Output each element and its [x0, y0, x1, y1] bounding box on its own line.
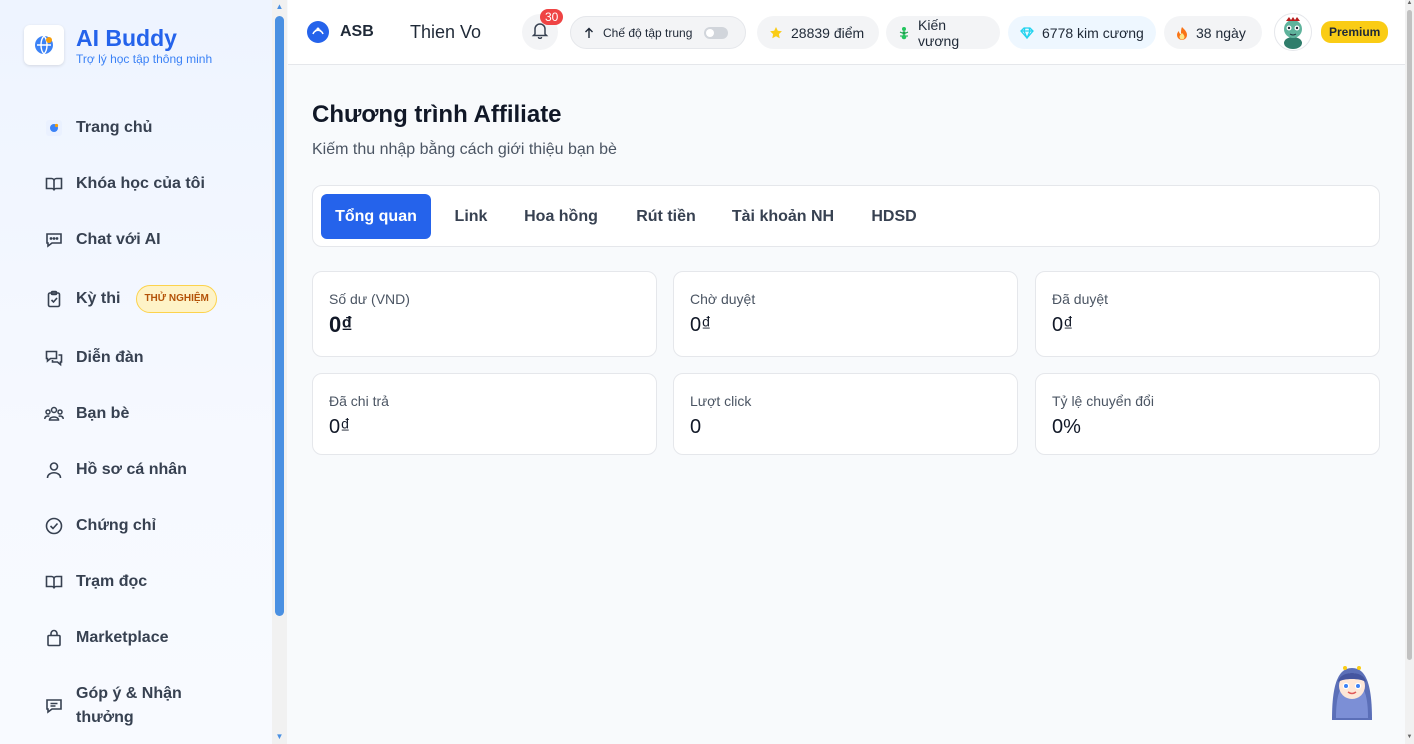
points-value: 28839 điểm	[791, 24, 865, 41]
stat-label: Số dư (VND)	[329, 291, 410, 307]
sidebar-item-my-courses[interactable]: Khóa học của tôi	[44, 169, 205, 199]
sidebar-item-label: Marketplace	[76, 629, 169, 646]
focus-mode-label: Chế độ tập trung	[603, 25, 693, 40]
star-icon	[769, 26, 783, 40]
focus-mode-toggle[interactable]: Chế độ tập trung	[570, 16, 746, 49]
stat-value: 0₫	[329, 312, 353, 337]
ant-icon	[898, 26, 910, 40]
brand-name: AI Buddy	[76, 25, 177, 51]
sidebar-item-profile[interactable]: Hồ sơ cá nhân	[44, 455, 187, 485]
sidebar-item-label: Diễn đàn	[76, 349, 144, 366]
globe-logo-icon	[44, 118, 64, 138]
stat-label: Đã duyệt	[1052, 291, 1109, 307]
sidebar-item-friends[interactable]: Bạn bè	[44, 399, 129, 429]
user-icon	[44, 460, 64, 480]
arrow-up-icon	[583, 27, 595, 39]
sidebar-item-certificates[interactable]: Chứng chỉ	[44, 511, 156, 541]
mascot-icon	[1332, 666, 1372, 720]
stat-label: Tỷ lệ chuyển đổi	[1052, 393, 1154, 409]
scroll-down-arrow-icon[interactable]: ▼	[1405, 734, 1414, 740]
rank-value: Kiến vương	[918, 16, 960, 49]
experimental-badge: THỬ NGHIỆM	[136, 285, 217, 313]
book-icon	[44, 174, 64, 194]
sidebar-item-label: Góp ý & Nhận thưởng	[76, 685, 182, 726]
org-logo-icon	[307, 21, 329, 43]
points-pill[interactable]: 28839 điểm	[757, 16, 879, 49]
stat-card-balance: Số dư (VND) 0₫	[312, 271, 657, 357]
stat-label: Chờ duyệt	[690, 291, 756, 307]
sidebar-item-label: Khóa học của tôi	[76, 175, 205, 192]
main-scrollbar-thumb[interactable]	[1407, 10, 1412, 660]
sidebar-item-marketplace[interactable]: Marketplace	[44, 623, 169, 653]
tab-commission[interactable]: Hoa hồng	[511, 194, 611, 239]
brand-logo-icon	[24, 25, 64, 65]
scroll-down-arrow-icon[interactable]: ▼	[274, 732, 285, 742]
tab-withdraw[interactable]: Rút tiền	[623, 194, 709, 239]
sidebar-item-exams[interactable]: Kỳ thi THỬ NGHIỆM	[44, 284, 217, 314]
scroll-up-arrow-icon[interactable]: ▲	[274, 2, 285, 12]
streak-pill[interactable]: 38 ngày	[1164, 16, 1262, 49]
tab-guide[interactable]: HDSD	[857, 194, 931, 239]
sidebar-item-label: Bạn bè	[76, 405, 130, 422]
stat-card-clicks: Lượt click 0	[673, 373, 1018, 455]
stat-value: 0	[690, 416, 702, 438]
user-name: Thien Vo	[410, 22, 482, 42]
stat-card-conversion: Tỷ lệ chuyển đổi 0%	[1035, 373, 1380, 455]
stat-label: Lượt click	[690, 393, 752, 409]
sidebar-item-label: Trang chủ	[76, 119, 153, 136]
feedback-icon	[44, 696, 64, 716]
clipboard-check-icon	[44, 289, 64, 309]
top-header: ASB Thien Vo 30 Chế độ tập trung 28839 đ…	[288, 0, 1405, 65]
brand[interactable]: AI Buddy Trợ lý học tập thông minh	[24, 24, 212, 66]
stat-value: 0₫	[329, 416, 351, 438]
flame-icon	[1176, 26, 1188, 40]
sidebar-item-label: Chat với AI	[76, 231, 161, 248]
stat-value: 0₫	[690, 314, 712, 336]
bag-icon	[44, 628, 64, 648]
rank-pill[interactable]: Kiến vương	[886, 16, 1000, 49]
diamond-pill[interactable]: 6778 kim cương	[1008, 16, 1156, 49]
sidebar-item-feedback[interactable]: Góp ý & Nhận thưởng	[44, 680, 244, 732]
tab-overview[interactable]: Tổng quan	[321, 194, 431, 239]
tab-link[interactable]: Link	[443, 194, 499, 239]
avatar[interactable]	[1274, 13, 1312, 51]
sidebar-item-forum[interactable]: Diễn đàn	[44, 343, 144, 373]
book-icon	[44, 572, 64, 592]
sidebar-scrollbar-thumb[interactable]	[275, 16, 284, 616]
users-icon	[44, 404, 64, 424]
sidebar-item-chat-ai[interactable]: Chat với AI	[44, 225, 161, 255]
org-name[interactable]: ASB	[340, 22, 374, 42]
sidebar-item-home[interactable]: Trang chủ	[44, 113, 152, 143]
notification-count-badge: 30	[540, 9, 564, 25]
stat-card-paid: Đã chi trả 0₫	[312, 373, 657, 455]
scroll-up-arrow-icon[interactable]: ▲	[1405, 0, 1414, 6]
page-title: Chương trình Affiliate	[312, 101, 562, 128]
check-circle-icon	[44, 516, 64, 536]
chat-icon	[44, 230, 64, 250]
brand-tagline: Trợ lý học tập thông minh	[76, 52, 213, 66]
sidebar-item-label: Chứng chỉ	[76, 517, 157, 534]
diamond-icon	[1020, 26, 1034, 39]
forum-icon	[44, 348, 64, 368]
stat-card-pending: Chờ duyệt 0₫	[673, 271, 1018, 357]
affiliate-tabs: Tổng quan Link Hoa hồng Rút tiền Tài kho…	[312, 185, 1380, 247]
stat-value: 0%	[1052, 416, 1081, 438]
stat-label: Đã chi trả	[329, 393, 389, 409]
sidebar-item-label: Trạm đọc	[76, 573, 148, 590]
assistant-mascot-button[interactable]	[1324, 660, 1380, 724]
page-subtitle: Kiếm thu nhập bằng cách giới thiệu bạn b…	[312, 141, 617, 158]
stat-card-approved: Đã duyệt 0₫	[1035, 271, 1380, 357]
sidebar-item-label: Hồ sơ cá nhân	[76, 461, 187, 478]
tab-bank-account[interactable]: Tài khoản NH	[721, 194, 845, 239]
premium-badge: Premium	[1321, 21, 1389, 43]
user-avatar-icon	[1284, 17, 1302, 49]
stat-value: 0₫	[1052, 314, 1074, 336]
streak-value: 38 ngày	[1196, 24, 1246, 41]
toggle-switch[interactable]	[704, 26, 729, 39]
sidebar-item-reading[interactable]: Trạm đọc	[44, 567, 147, 597]
diamond-value: 6778 kim cương	[1042, 24, 1144, 41]
sidebar: AI Buddy Trợ lý học tập thông minh Trang…	[0, 0, 272, 744]
sidebar-item-label: Kỳ thi	[76, 290, 121, 307]
